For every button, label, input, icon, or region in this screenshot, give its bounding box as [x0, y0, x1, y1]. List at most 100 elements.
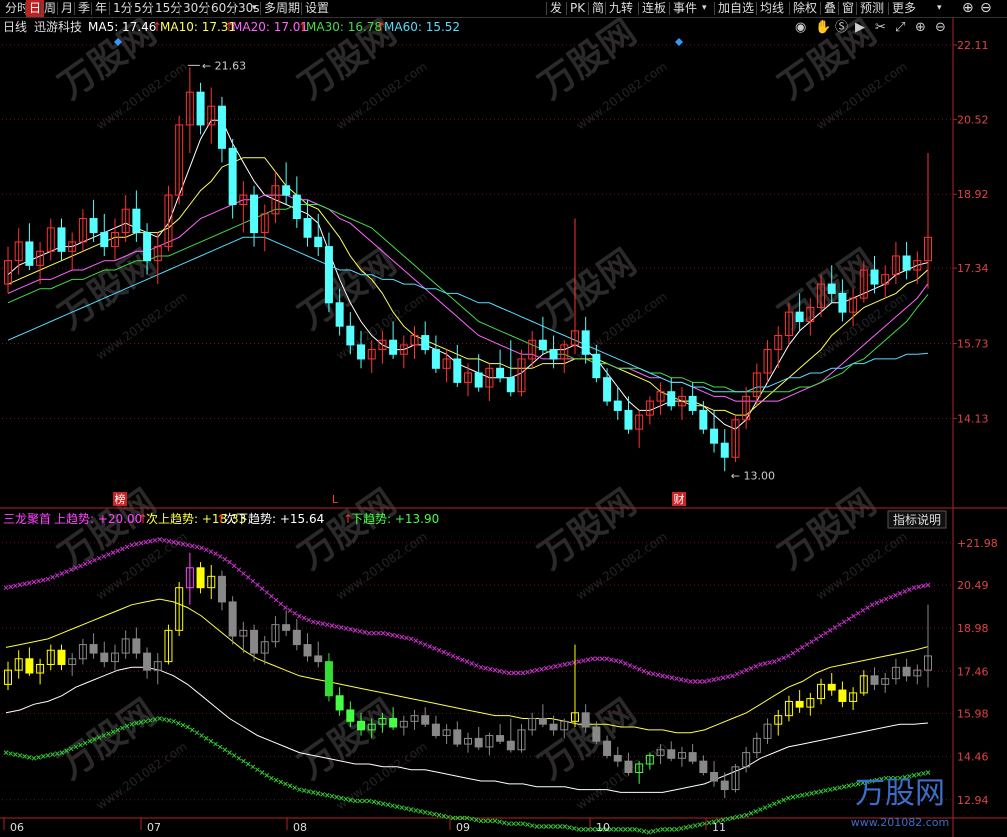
trend-cross-mark — [376, 630, 381, 636]
candle-body — [592, 353, 601, 379]
trend-cross-mark — [8, 751, 14, 756]
trend-cross-mark — [683, 825, 689, 830]
trend-cross-mark — [590, 656, 596, 662]
trend-cross-mark — [222, 747, 228, 753]
trend-cross-mark — [799, 645, 805, 650]
trend-cross-mark — [888, 594, 894, 600]
trend-cross-mark — [846, 616, 852, 622]
indicator-tick-label: 15.98 — [957, 707, 989, 720]
trend-cross-mark — [259, 770, 265, 775]
trend-cross-mark — [767, 660, 773, 665]
trend-cross-mark — [893, 592, 898, 598]
indicator-candle-body — [827, 683, 836, 691]
trend-cross-mark — [543, 665, 549, 671]
trend-cross-mark — [799, 792, 805, 798]
indicator-candle-body — [250, 629, 259, 654]
trend-cross-mark — [362, 629, 367, 635]
trend-cross-mark — [622, 827, 628, 832]
trend-cross-mark — [166, 718, 172, 723]
candle-body — [217, 105, 226, 149]
candle-body — [720, 442, 729, 458]
trend-cross-mark — [613, 658, 619, 664]
ma-legend-0: MA5: 17.46 — [88, 20, 156, 34]
trend-cross-mark — [446, 651, 451, 657]
trend-cross-mark — [920, 771, 926, 776]
ma-legend-3: MA30: 16.78 — [306, 20, 382, 34]
trend-cross-mark — [310, 619, 316, 625]
trend-cross-mark — [627, 663, 633, 668]
trend-cross-mark — [185, 542, 190, 548]
trend-cross-mark — [776, 799, 782, 805]
trend-cross-mark — [245, 574, 251, 580]
trend-cross-mark — [152, 537, 158, 543]
scissors-icon: ✂ — [875, 20, 886, 35]
indicator-tick-label: 14.46 — [957, 751, 989, 764]
trend-cross-mark — [865, 605, 870, 610]
trend-cross-mark — [855, 610, 861, 616]
trend-cross-mark — [548, 824, 554, 829]
trend-cross-mark — [646, 670, 651, 676]
candle-body — [100, 232, 109, 248]
trend-cross-mark — [581, 827, 586, 832]
trend-cross-mark — [925, 770, 931, 775]
indicator-candle-body — [25, 658, 34, 674]
candle-body — [324, 246, 333, 304]
trend-cross-mark — [511, 821, 516, 827]
trend-cross-mark — [664, 827, 670, 832]
period-label: 日线 — [3, 20, 27, 34]
trend-cross-mark — [641, 828, 647, 834]
indicator-tick-label: 17.46 — [957, 665, 989, 678]
indicator-candle-body — [603, 740, 612, 756]
trend-cross-mark — [36, 578, 41, 584]
trend-cross-mark — [366, 630, 372, 636]
trend-cross-mark — [902, 589, 908, 594]
trend-cross-mark — [846, 783, 852, 789]
trend-cross-mark — [217, 744, 223, 750]
indicator-candle-body — [282, 624, 291, 631]
trend-cross-mark — [283, 605, 288, 610]
trend-cross-mark — [269, 775, 274, 781]
trend-cross-mark — [720, 675, 726, 681]
trend-cross-mark — [203, 736, 209, 741]
trend-cross-mark — [576, 827, 582, 832]
price-tick-label: 20.52 — [957, 113, 989, 126]
indicator-help-label[interactable]: 指标说明 — [893, 512, 941, 527]
trend-cross-mark — [483, 665, 488, 671]
trend-cross-mark — [404, 635, 409, 641]
trend-cross-mark — [711, 677, 717, 682]
trend-cross-mark — [455, 655, 461, 661]
candle-body — [795, 311, 804, 323]
indicator-candle-body — [303, 644, 312, 657]
trend-cross-mark — [823, 630, 828, 636]
candle-body — [335, 302, 344, 327]
trend-cross-mark — [636, 666, 642, 672]
trend-cross-mark — [748, 665, 754, 671]
trend-cross-mark — [739, 669, 745, 675]
trend-cross-mark — [338, 625, 344, 630]
trend-cross-mark — [390, 803, 395, 809]
indicator-legend-3: 下趋势: +13.90 — [351, 512, 439, 526]
trend-cross-mark — [213, 741, 218, 747]
candle-body — [581, 330, 590, 355]
trend-cross-mark — [618, 659, 624, 664]
trend-cross-mark — [534, 824, 540, 829]
indicator-candle-body — [795, 700, 804, 708]
trend-cross-mark — [776, 657, 782, 663]
trend-cross-mark — [236, 567, 242, 573]
trend-cross-mark — [501, 820, 507, 826]
trend-cross-mark — [525, 822, 530, 827]
trend-cross-mark — [362, 798, 367, 804]
trend-cross-mark — [208, 549, 214, 555]
trend-cross-mark — [418, 640, 423, 646]
indicator-candle-body — [902, 666, 911, 677]
indicator-candle-body — [292, 629, 301, 646]
candle-body — [132, 208, 141, 234]
trend-cross-mark — [264, 772, 270, 778]
trend-cross-mark — [809, 639, 814, 645]
indicator-candle-body — [453, 729, 462, 745]
trend-cross-mark — [818, 633, 824, 639]
indicator-candle-body — [389, 717, 398, 728]
trend-cross-mark — [664, 674, 670, 680]
trend-cross-mark — [506, 670, 512, 676]
trend-cross-mark — [464, 659, 470, 664]
